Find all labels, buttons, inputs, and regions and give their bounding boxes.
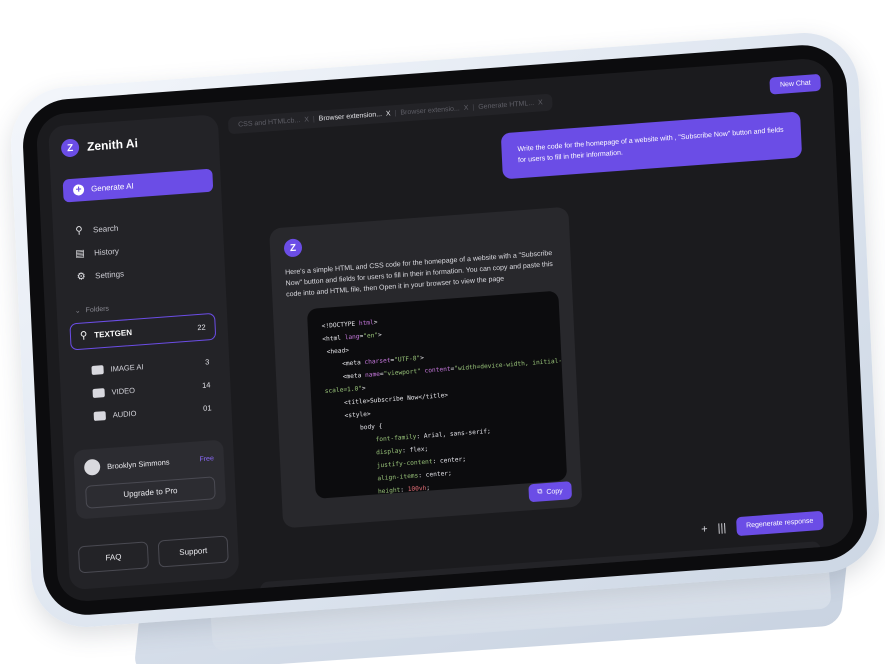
- plus-icon: +: [72, 184, 85, 196]
- audio-icon: [93, 411, 106, 421]
- tab-chat[interactable]: Generate HTML... X: [478, 99, 543, 111]
- tab-label: Generate HTML...: [478, 99, 535, 111]
- folder-count: 01: [202, 403, 212, 413]
- tab-chat[interactable]: Browser extensio... X: [400, 104, 468, 116]
- search-icon: ⚲: [75, 225, 83, 237]
- close-icon[interactable]: X: [386, 110, 391, 117]
- main-area: CSS and HTMLcb... X | Browser extension.…: [227, 70, 842, 604]
- generate-ai-button[interactable]: + Generate AI: [62, 168, 214, 203]
- sidebar-footer: FAQ Support: [77, 535, 229, 574]
- app-name: Zenith Ai: [86, 135, 139, 154]
- faq-button[interactable]: FAQ: [77, 541, 150, 574]
- folder-label: TEXTGEN: [94, 327, 133, 340]
- code-block: <!DOCTYPE html> <html lang="en"> <head> …: [306, 290, 568, 499]
- ai-logo-icon: Z: [283, 238, 303, 258]
- history-icon: ▤: [75, 248, 86, 260]
- response-actions: + ||| Regenerate response: [701, 510, 824, 539]
- folder-count: 22: [197, 322, 206, 333]
- tab-label: Browser extension...: [318, 110, 383, 123]
- folders-toggle[interactable]: ⌄ Folders: [75, 297, 215, 315]
- copy-button[interactable]: ⧉ Copy: [527, 481, 573, 503]
- folders-label: Folders: [85, 305, 110, 314]
- app-screen: Z Zenith Ai + Generate AI ⚲ Search ▤ His…: [35, 56, 855, 604]
- user-name: Brooklyn Simmons: [106, 457, 170, 471]
- app-logo-icon: Z: [60, 138, 80, 158]
- plus-icon[interactable]: +: [701, 523, 708, 535]
- sidebar-item-label: History: [93, 246, 120, 258]
- tab-divider: |: [394, 109, 397, 117]
- video-icon: [92, 388, 105, 398]
- generate-ai-label: Generate AI: [90, 181, 134, 194]
- close-icon[interactable]: X: [538, 99, 543, 106]
- tab-label: Browser extensio...: [400, 104, 460, 117]
- sidebar-item-label: Settings: [94, 269, 125, 281]
- search-icon: ⚲: [79, 330, 88, 342]
- tab-chat[interactable]: CSS and HTMLcb... X: [238, 116, 309, 128]
- microphone-icon[interactable]: |||: [717, 521, 726, 534]
- tab-label: CSS and HTMLcb...: [237, 116, 301, 129]
- close-icon[interactable]: X: [304, 116, 309, 123]
- folder-label: IMAGE AI: [110, 362, 144, 374]
- ai-response-card: Z Here's a simple HTML and CSS code for …: [269, 206, 583, 529]
- image-icon: [91, 365, 104, 375]
- tab-divider: |: [472, 103, 475, 111]
- folder-label: VIDEO: [111, 385, 136, 397]
- copy-icon: ⧉: [537, 488, 543, 496]
- folder-item-textgen[interactable]: ⚲ TEXTGEN 22: [69, 312, 217, 351]
- user-message: Write the code for the homepage of a web…: [500, 111, 803, 180]
- close-icon[interactable]: X: [464, 104, 469, 111]
- chevron-down-icon: ⌄: [74, 307, 81, 316]
- new-chat-button[interactable]: New Chat: [769, 73, 821, 95]
- tablet-device: Z Zenith Ai + Generate AI ⚲ Search ▤ His…: [8, 29, 882, 631]
- folder-count: 3: [204, 357, 210, 367]
- plan-badge: Free: [199, 454, 215, 463]
- user-card: Brooklyn Simmons Free Upgrade to Pro: [73, 439, 227, 520]
- regenerate-response-button[interactable]: Regenerate response: [735, 510, 824, 537]
- folder-count: 14: [201, 380, 211, 390]
- sidebar: Z Zenith Ai + Generate AI ⚲ Search ▤ His…: [48, 114, 240, 591]
- support-button[interactable]: Support: [157, 535, 229, 568]
- folder-label: AUDIO: [112, 408, 137, 420]
- tab-divider: |: [312, 115, 315, 123]
- tab-chat[interactable]: Browser extension... X: [319, 110, 391, 122]
- avatar: [83, 458, 101, 476]
- gear-icon: ⚙: [76, 271, 86, 283]
- chat-tabs: CSS and HTMLcb... X | Browser extension.…: [227, 93, 554, 134]
- upgrade-to-pro-button[interactable]: Upgrade to Pro: [85, 476, 216, 509]
- brand: Z Zenith Ai: [60, 129, 207, 158]
- sidebar-item-label: Search: [92, 223, 119, 235]
- copy-label: Copy: [546, 487, 563, 496]
